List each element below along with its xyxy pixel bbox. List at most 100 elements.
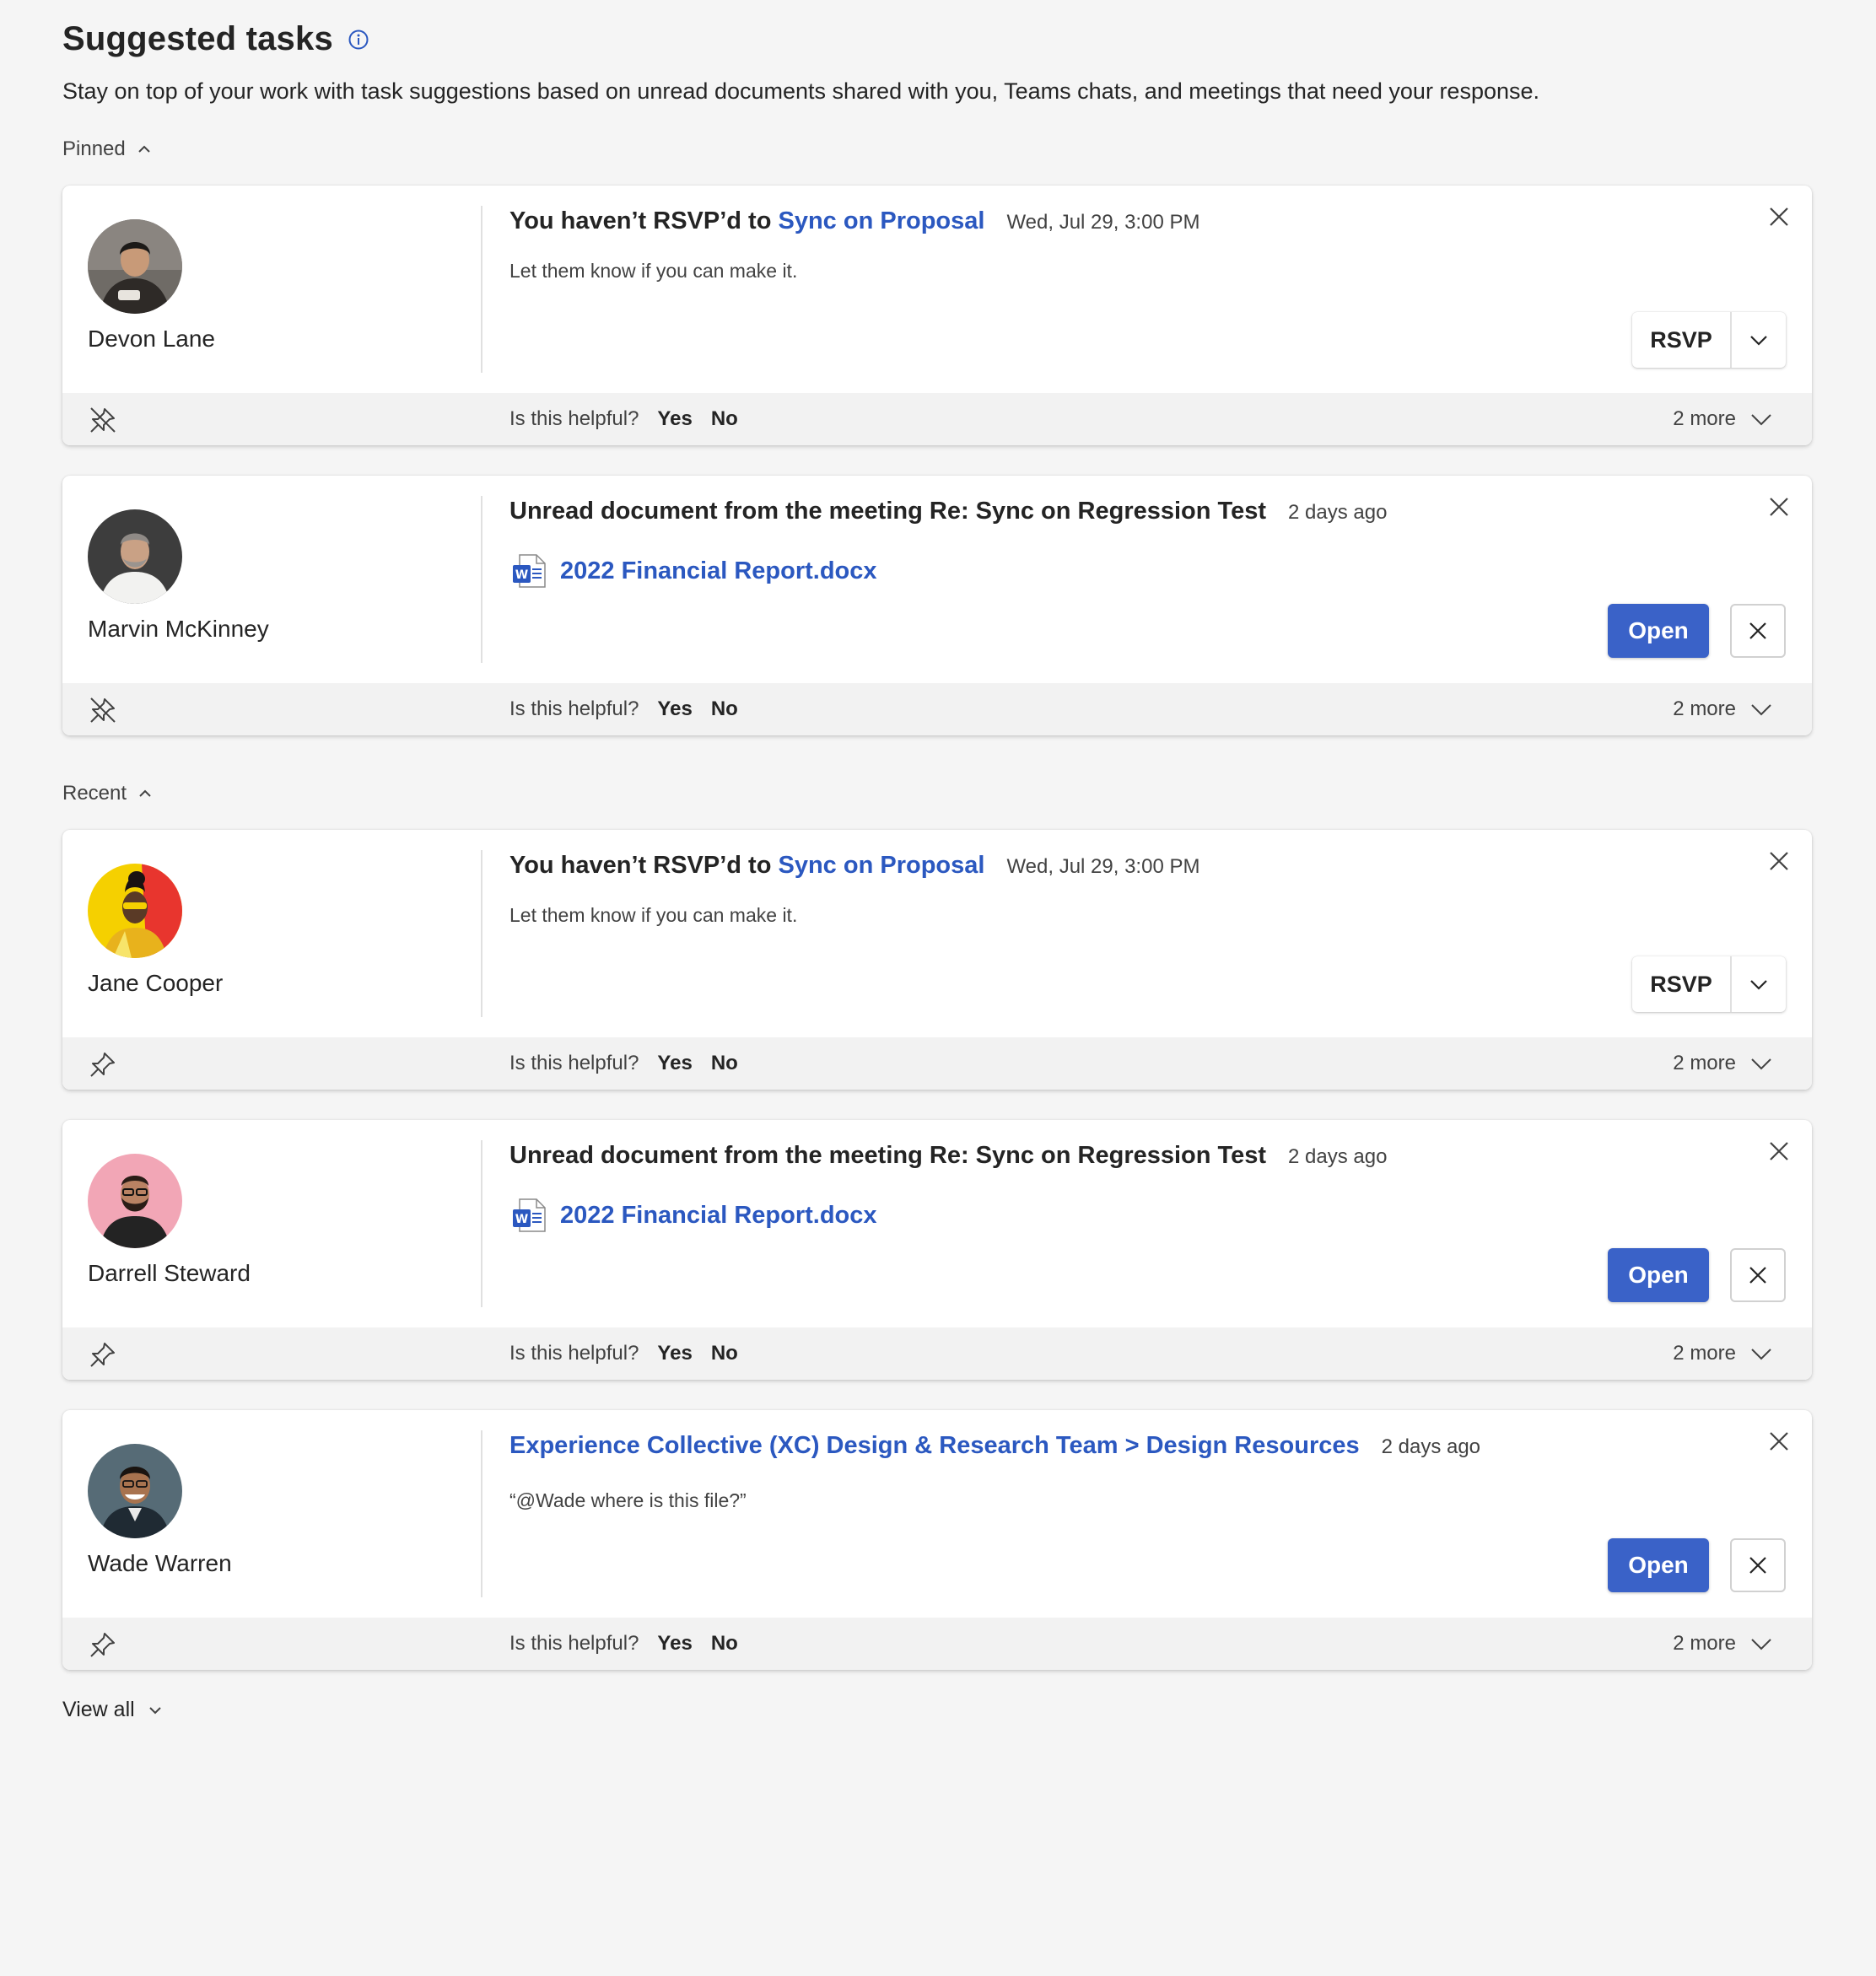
pinned-section-toggle[interactable]: Pinned — [62, 137, 153, 161]
rsvp-split-button: RSVP — [1632, 956, 1786, 1012]
dismiss-button[interactable] — [1730, 604, 1786, 658]
rsvp-dropdown-button[interactable] — [1732, 312, 1786, 368]
feedback-yes-button[interactable]: Yes — [657, 697, 692, 721]
avatar — [88, 219, 182, 314]
person-name: Darrell Steward — [88, 1260, 251, 1286]
task-description: Let them know if you can make it. — [509, 904, 798, 926]
task-headline: Unread document from the meeting Re: Syn… — [509, 1142, 1387, 1170]
rsvp-button[interactable]: RSVP — [1632, 956, 1732, 1012]
feedback-no-button[interactable]: No — [711, 1052, 738, 1075]
pinned-label: Pinned — [62, 137, 126, 160]
feedback-no-button[interactable]: No — [711, 407, 738, 431]
task-card-marvin-mckinney: Marvin McKinney Unread document from the… — [62, 476, 1812, 735]
feedback-yes-button[interactable]: Yes — [657, 1052, 692, 1075]
feedback-question: Is this helpful? — [509, 1052, 639, 1074]
more-button[interactable]: 2 more — [1673, 1327, 1773, 1380]
more-label: 2 more — [1673, 1632, 1736, 1655]
feedback-yes-button[interactable]: Yes — [657, 1342, 692, 1365]
task-headline: You haven’t RSVP’d to Sync on Proposal W… — [509, 852, 1199, 880]
close-icon[interactable] — [1766, 204, 1792, 229]
pin-icon[interactable] — [88, 1049, 118, 1080]
card-body: Jane Cooper You haven’t RSVP’d to Sync o… — [62, 830, 1812, 1037]
close-icon[interactable] — [1766, 1429, 1792, 1454]
card-body: Devon Lane You haven’t RSVP’d to Sync on… — [62, 186, 1812, 393]
headline-text: Unread document from the meeting Re: Syn… — [509, 1142, 1267, 1169]
feedback-question: Is this helpful? — [509, 407, 639, 430]
feedback-row: Is this helpful? Yes No — [509, 393, 738, 445]
open-button[interactable]: Open — [1608, 604, 1709, 658]
channel-link[interactable]: Experience Collective (XC) Design & Rese… — [509, 1432, 1360, 1460]
rsvp-button[interactable]: RSVP — [1632, 312, 1732, 368]
feedback-no-button[interactable]: No — [711, 1632, 738, 1656]
more-label: 2 more — [1673, 1052, 1736, 1074]
chevron-down-icon — [1749, 407, 1773, 431]
person-name: Jane Cooper — [88, 970, 224, 996]
meeting-link[interactable]: Sync on Proposal — [779, 207, 985, 234]
headline-prefix: You haven’t RSVP’d to — [509, 207, 779, 234]
pin-icon[interactable] — [88, 1339, 118, 1370]
dismiss-button[interactable] — [1730, 1248, 1786, 1302]
chevron-down-icon — [1749, 697, 1773, 721]
timestamp: 2 days ago — [1288, 1145, 1388, 1168]
unpin-icon[interactable] — [88, 405, 118, 435]
view-all-button[interactable]: View all — [62, 1698, 164, 1722]
chevron-down-icon — [1749, 1632, 1773, 1656]
document-link[interactable]: W 2022 Financial Report.docx — [509, 552, 877, 590]
dismiss-button[interactable] — [1730, 1538, 1786, 1592]
feedback-row: Is this helpful? Yes No — [509, 1327, 738, 1380]
chevron-up-icon — [136, 141, 153, 158]
info-icon[interactable] — [347, 28, 370, 51]
feedback-yes-button[interactable]: Yes — [657, 407, 692, 431]
open-button[interactable]: Open — [1608, 1248, 1709, 1302]
feedback-no-button[interactable]: No — [711, 1342, 738, 1365]
task-headline: Experience Collective (XC) Design & Rese… — [509, 1432, 1480, 1460]
task-card-wade-warren: Wade Warren Experience Collective (XC) D… — [62, 1410, 1812, 1670]
close-icon — [1747, 1264, 1769, 1286]
recent-section-toggle[interactable]: Recent — [62, 782, 154, 805]
chevron-down-icon — [147, 1702, 164, 1719]
feedback-no-button[interactable]: No — [711, 697, 738, 721]
svg-text:W: W — [515, 568, 528, 582]
card-footer: Is this helpful? Yes No 2 more — [62, 1618, 1812, 1670]
chat-message-preview: “@Wade where is this file?” — [509, 1489, 747, 1511]
more-label: 2 more — [1673, 407, 1736, 430]
word-document-icon: W — [509, 1196, 548, 1235]
person-name: Devon Lane — [88, 326, 216, 352]
task-card-darrell-steward: Darrell Steward Unread document from the… — [62, 1120, 1812, 1380]
chevron-down-icon — [1749, 1342, 1773, 1365]
word-document-icon: W — [509, 552, 548, 590]
timestamp: 2 days ago — [1288, 501, 1388, 524]
more-button[interactable]: 2 more — [1673, 683, 1773, 735]
more-button[interactable]: 2 more — [1673, 1618, 1773, 1670]
view-all-label: View all — [62, 1698, 135, 1721]
rsvp-dropdown-button[interactable] — [1732, 956, 1786, 1012]
task-description: Let them know if you can make it. — [509, 260, 798, 282]
svg-text:W: W — [515, 1213, 528, 1226]
feedback-yes-button[interactable]: Yes — [657, 1632, 692, 1656]
close-icon[interactable] — [1766, 1139, 1792, 1164]
more-button[interactable]: 2 more — [1673, 1037, 1773, 1090]
more-button[interactable]: 2 more — [1673, 393, 1773, 445]
headline-text: You haven’t RSVP’d to Sync on Proposal — [509, 207, 984, 235]
document-link[interactable]: W 2022 Financial Report.docx — [509, 1196, 877, 1235]
avatar — [88, 864, 182, 958]
close-icon[interactable] — [1766, 494, 1792, 520]
task-card-jane-cooper: Jane Cooper You haven’t RSVP’d to Sync o… — [62, 830, 1812, 1090]
card-footer: Is this helpful? Yes No 2 more — [62, 683, 1812, 735]
avatar — [88, 1154, 182, 1248]
meeting-link[interactable]: Sync on Proposal — [779, 852, 985, 879]
close-icon[interactable] — [1766, 848, 1792, 874]
pin-icon[interactable] — [88, 1629, 118, 1660]
feedback-question: Is this helpful? — [509, 1632, 639, 1655]
open-button[interactable]: Open — [1608, 1538, 1709, 1592]
timestamp: 2 days ago — [1381, 1435, 1481, 1458]
headline-text: Unread document from the meeting Re: Syn… — [509, 498, 1267, 525]
page-subtitle: Stay on top of your work with task sugge… — [62, 78, 1540, 104]
more-label: 2 more — [1673, 697, 1736, 720]
unpin-icon[interactable] — [88, 695, 118, 725]
chevron-down-icon — [1749, 1052, 1773, 1075]
headline-prefix: You haven’t RSVP’d to — [509, 852, 779, 879]
divider — [481, 850, 482, 1017]
card-body: Marvin McKinney Unread document from the… — [62, 476, 1812, 683]
divider — [481, 496, 482, 663]
